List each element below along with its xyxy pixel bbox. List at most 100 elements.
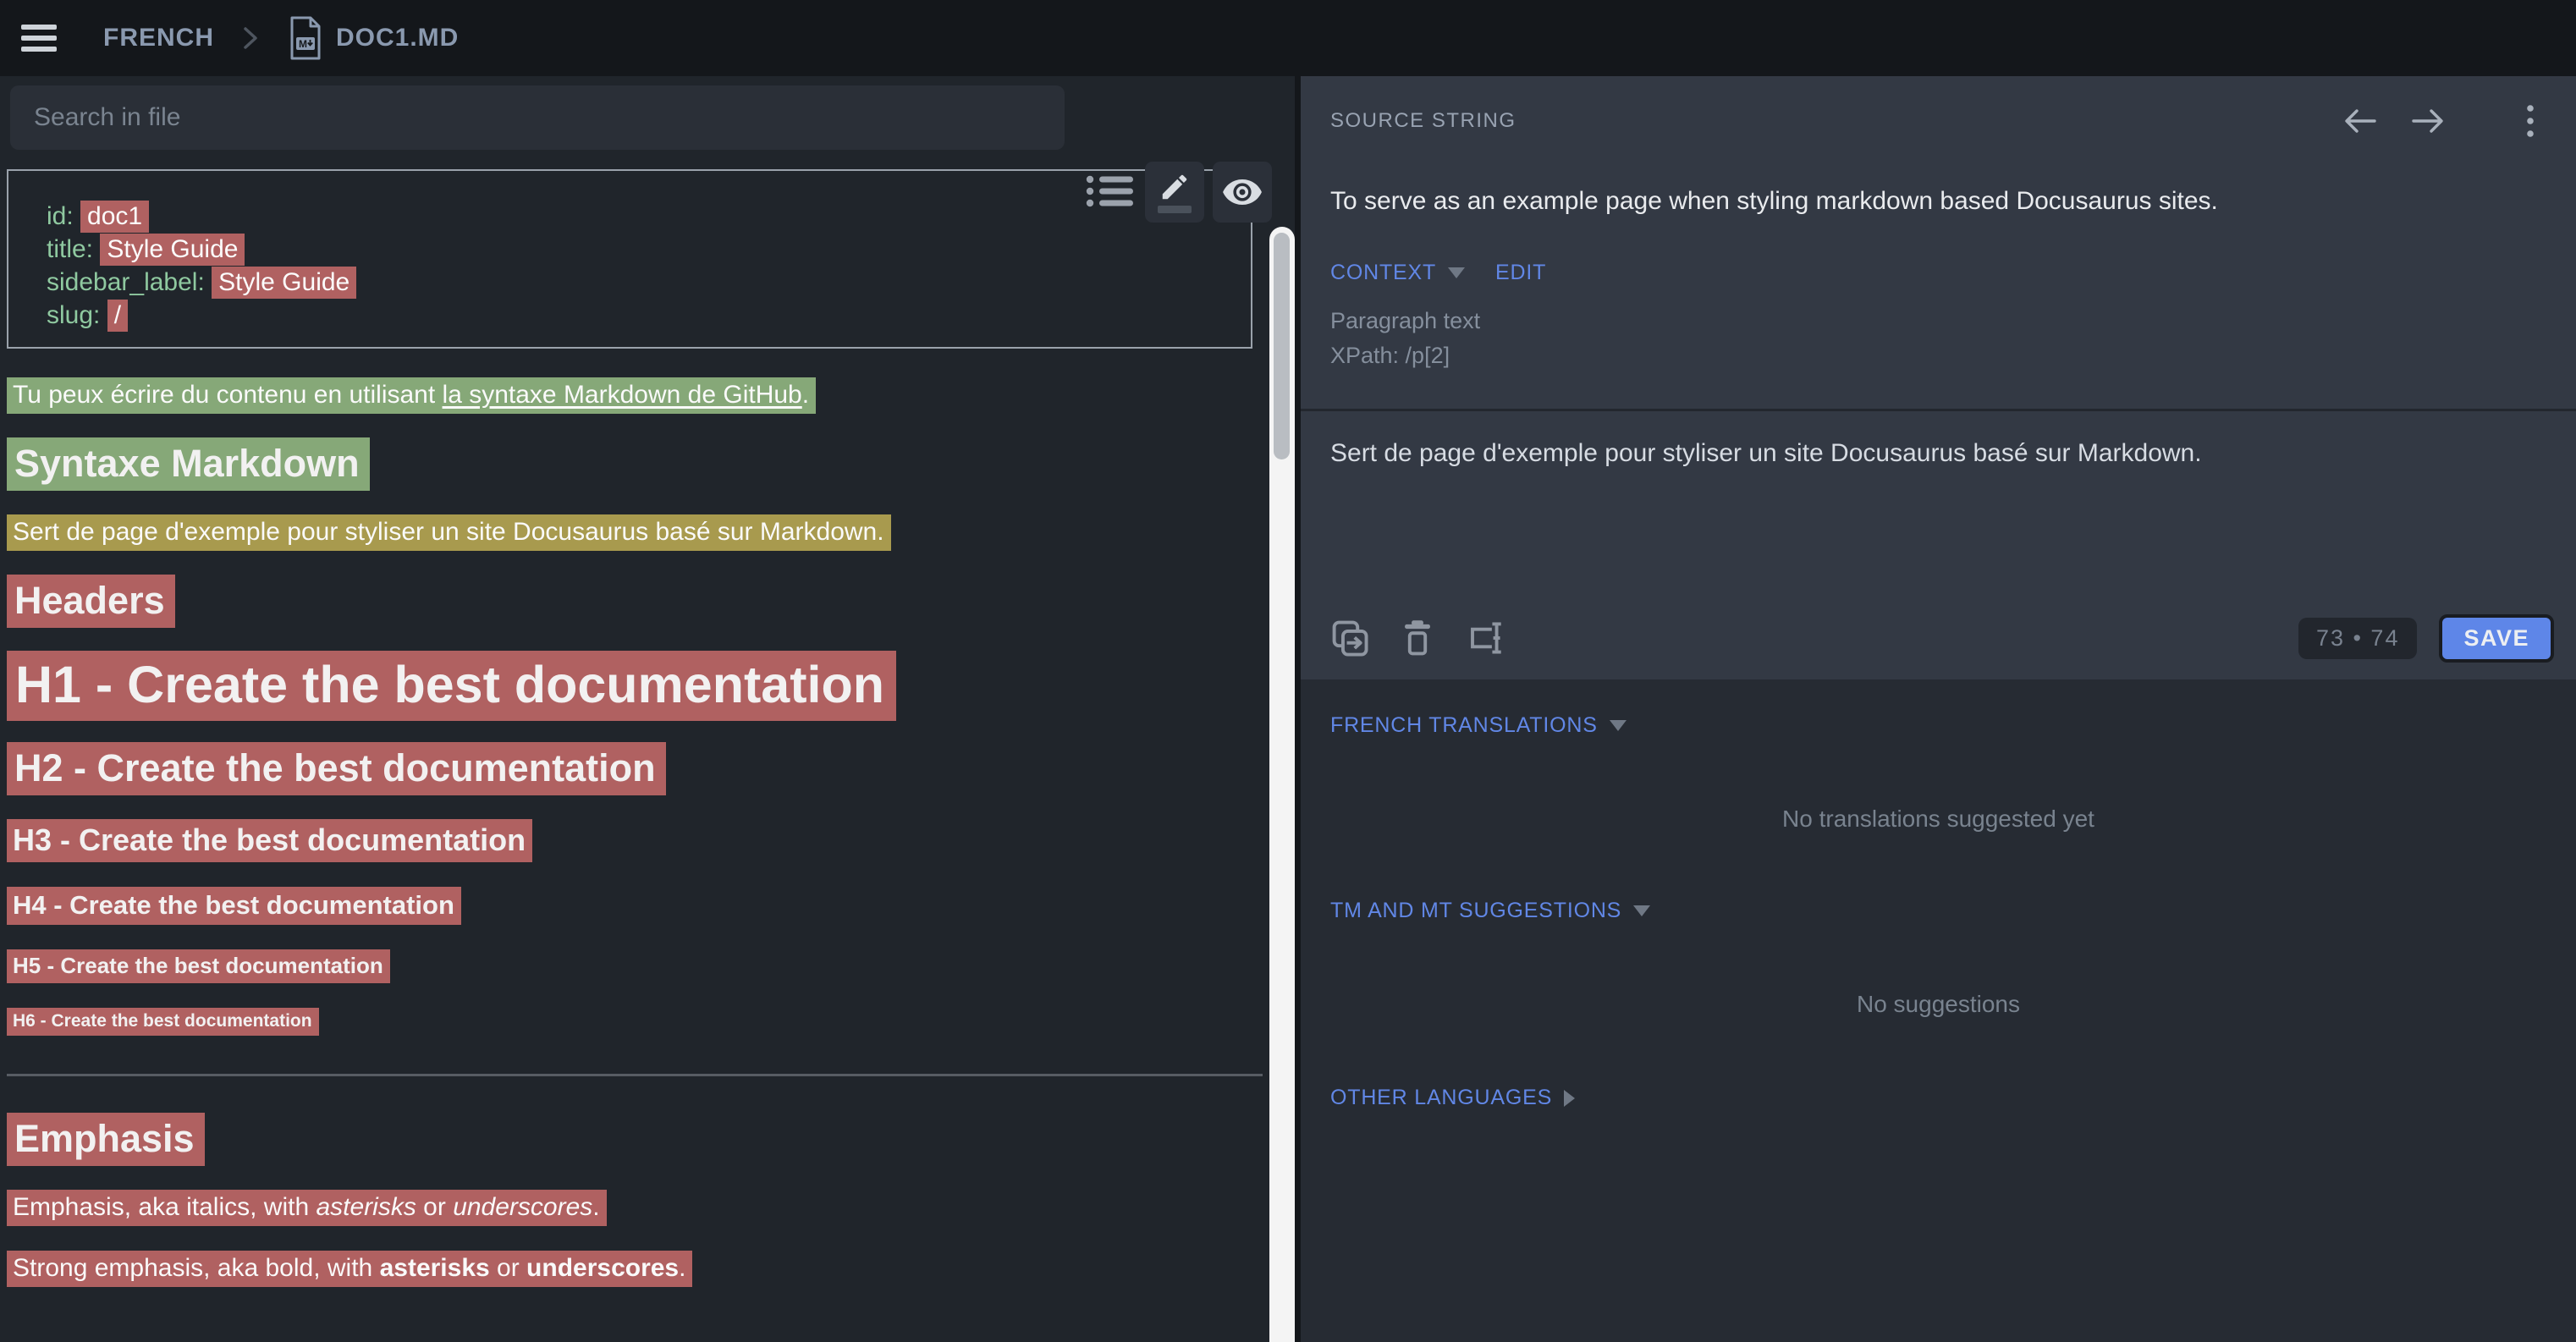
source-string-header: SOURCE STRING [1301, 76, 2576, 139]
frontmatter-value-string[interactable]: doc1 [80, 201, 149, 233]
copy-source-button[interactable] [1330, 619, 1369, 657]
select-text-button[interactable] [1466, 619, 1506, 657]
string-highlight[interactable]: H3 - Create the best documentation [7, 819, 532, 862]
frontmatter-line: sidebar_label: Style Guide [47, 266, 1234, 299]
next-string-button[interactable] [2412, 107, 2446, 135]
selected-string-highlight[interactable]: Sert de page d'exemple pour styliser un … [7, 514, 891, 551]
document-content-area: id: doc1title: Style Guidesidebar_label:… [0, 161, 1295, 1283]
strings-list-icon[interactable] [1086, 173, 1135, 209]
pencil-icon [1159, 171, 1191, 203]
frontmatter-value-string[interactable]: Style Guide [212, 267, 356, 299]
inline-emphasis: underscores [453, 1193, 592, 1221]
document-string-h1: H1 - Create the best documentation [7, 655, 896, 714]
breadcrumb-chevron-icon [243, 27, 258, 49]
svg-text:M: M [299, 38, 307, 50]
source-string-text: To serve as an example page when styling… [1330, 184, 2538, 218]
string-highlight[interactable]: Tu peux écrire du contenu en utilisant l… [7, 377, 816, 414]
string-highlight[interactable]: H1 - Create the best documentation [7, 651, 896, 721]
inline-text: Emphasis, aka italics, with [13, 1193, 316, 1221]
inline-link: la syntaxe Markdown de GitHub [443, 381, 802, 409]
text-cursor-icon [1466, 619, 1506, 657]
kebab-icon [2525, 103, 2535, 139]
inline-text: Strong emphasis, aka bold, with [13, 1254, 380, 1282]
inline-text: Sert de page d'exemple pour styliser un … [13, 518, 884, 546]
inline-text: H1 - Create the best documentation [15, 656, 884, 713]
context-xpath: XPath: /p[2] [1330, 338, 2576, 373]
inline-text: . [802, 381, 809, 409]
inline-text: H5 - Create the best documentation [13, 953, 383, 978]
document-string-h5: H5 - Create the best documentation [7, 953, 390, 979]
save-button[interactable]: SAVE [2439, 614, 2554, 663]
breadcrumb-project[interactable]: FRENCH [103, 24, 214, 52]
delete-translation-button[interactable] [1400, 619, 1435, 657]
inline-text: . [679, 1254, 685, 1282]
chevron-down-icon [1448, 267, 1465, 278]
tm-mt-suggestions-header[interactable]: TM AND MT SUGGESTIONS [1301, 899, 2576, 923]
frontmatter-line: id: doc1 [47, 200, 1234, 233]
more-menu-button[interactable] [2525, 103, 2535, 139]
french-translations-header[interactable]: FRENCH TRANSLATIONS [1301, 713, 2576, 738]
inline-text: H3 - Create the best documentation [13, 822, 526, 857]
context-toggle[interactable]: CONTEXT [1330, 261, 1436, 285]
string-highlight[interactable]: Headers [7, 575, 175, 628]
copy-source-icon [1330, 619, 1369, 657]
document-string-p: Tu peux écrire du contenu en utilisant l… [7, 381, 816, 410]
document-panel: id: doc1title: Style Guidesidebar_label:… [0, 76, 1295, 1342]
document-content: Tu peux écrire du contenu en utilisant l… [7, 381, 1269, 1283]
markdown-file-icon: M [289, 16, 322, 60]
top-bar: FRENCH M DOC1.MD [0, 0, 2576, 76]
character-count-badge: 73 • 74 [2298, 618, 2418, 659]
frontmatter-value-string[interactable]: / [107, 300, 128, 332]
document-string-p: Strong emphasis, aka bold, with asterisk… [7, 1254, 692, 1283]
frontmatter-key: id: [47, 202, 80, 230]
inline-text: or [490, 1254, 526, 1282]
document-string-h2: H2 - Create the best documentation [7, 746, 666, 790]
translation-input[interactable]: Sert de page d'exemple pour styliser un … [1330, 437, 2538, 470]
frontmatter-key: sidebar_label: [47, 268, 212, 296]
chevron-down-icon [1633, 905, 1650, 916]
scrollbar-thumb[interactable] [1274, 233, 1290, 459]
previous-string-button[interactable] [2342, 107, 2376, 135]
document-string-p: Sert de page d'exemple pour styliser un … [7, 518, 891, 547]
string-highlight[interactable]: Strong emphasis, aka bold, with asterisk… [7, 1251, 692, 1287]
suggestions-empty-state: No suggestions [1301, 991, 2576, 1018]
search-toolbar [0, 76, 1295, 161]
inline-text: H4 - Create the best documentation [13, 890, 454, 920]
search-input[interactable] [10, 85, 1065, 150]
document-scrollbar[interactable] [1269, 227, 1295, 1342]
frontmatter-line: slug: / [47, 299, 1234, 332]
string-highlight[interactable]: H2 - Create the best documentation [7, 742, 666, 795]
arrow-left-icon [2342, 107, 2376, 135]
editor-panel: SOURCE STRING To serve as an example pag… [1301, 76, 2576, 1342]
other-languages-label: OTHER LANGUAGES [1330, 1086, 1552, 1110]
translation-toolbar: 73 • 74 SAVE [1330, 610, 2554, 666]
frontmatter-line: title: Style Guide [47, 233, 1234, 266]
frontmatter-value-string[interactable]: Style Guide [100, 234, 245, 266]
source-string-title: SOURCE STRING [1330, 109, 1516, 133]
document-string-h2: Headers [7, 579, 175, 623]
string-highlight[interactable]: H5 - Create the best documentation [7, 949, 390, 983]
context-type: Paragraph text [1330, 304, 2576, 338]
string-highlight[interactable]: Syntaxe Markdown [7, 437, 370, 491]
menu-icon[interactable] [21, 25, 57, 52]
edit-context-button[interactable]: EDIT [1495, 261, 1546, 285]
inline-text: . [592, 1193, 599, 1221]
string-highlight[interactable]: H6 - Create the best documentation [7, 1008, 319, 1036]
document-string-h4: H4 - Create the best documentation [7, 890, 461, 921]
translation-divider [1301, 409, 2576, 411]
string-highlight[interactable]: Emphasis [7, 1113, 205, 1166]
chevron-right-icon [1564, 1090, 1575, 1107]
string-highlight[interactable]: Emphasis, aka italics, with asterisks or… [7, 1190, 607, 1226]
frontmatter-key: title: [47, 235, 100, 263]
preview-mode-button[interactable] [1213, 162, 1272, 223]
trash-icon [1400, 619, 1435, 657]
string-highlight[interactable]: H4 - Create the best documentation [7, 887, 461, 925]
chevron-down-icon [1610, 720, 1627, 731]
inline-emphasis: asterisks [316, 1193, 416, 1221]
arrow-right-icon [2412, 107, 2446, 135]
inline-text: H6 - Create the best documentation [13, 1011, 312, 1031]
other-languages-header[interactable]: OTHER LANGUAGES [1301, 1086, 2576, 1110]
horizontal-rule [7, 1074, 1263, 1076]
inline-text: or [416, 1193, 453, 1221]
edit-mode-button[interactable] [1145, 162, 1204, 223]
